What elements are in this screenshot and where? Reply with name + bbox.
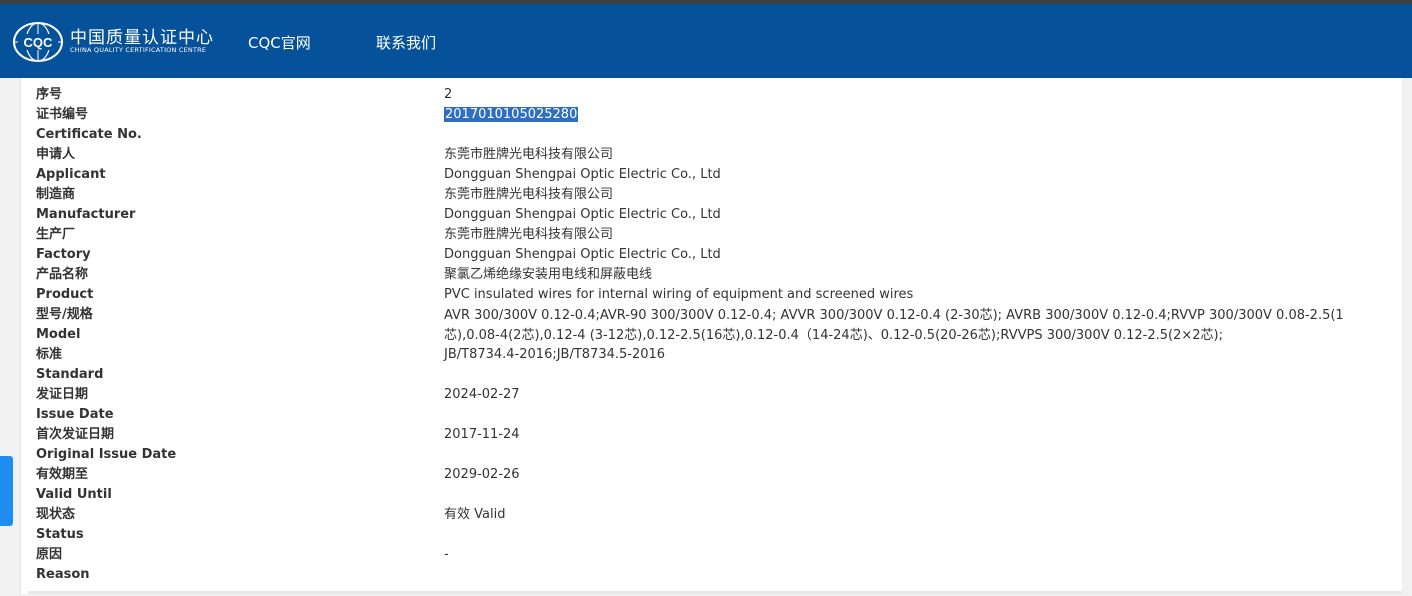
cqc-logo[interactable]: CQC 中国质量认证中心 CHINA QUALITY CERTIFICATION… — [12, 21, 214, 63]
field-label: Manufacturer — [36, 207, 136, 222]
field-value: 2029-02-26 — [444, 467, 520, 482]
field-label: Factory — [36, 247, 91, 262]
field-value: 东莞市胜牌光电科技有限公司 — [444, 227, 614, 242]
field-row-manufacturer: 制造商 东莞市胜牌光电科技有限公司 — [36, 186, 1376, 206]
field-label: Issue Date — [36, 407, 114, 422]
certificate-fields: 序号 2 证书编号 2017010105025280 Certificate N… — [36, 86, 1376, 586]
side-float-tab[interactable] — [0, 456, 13, 526]
field-row-original-issue-date-en: Original Issue Date — [36, 446, 1376, 466]
field-row-serial: 序号 2 — [36, 86, 1376, 106]
field-value: PVC insulated wires for internal wiring … — [444, 287, 914, 302]
field-value: Dongguan Shengpai Optic Electric Co., Lt… — [444, 167, 721, 182]
field-value: 2 — [444, 87, 453, 102]
field-value: 东莞市胜牌光电科技有限公司 — [444, 187, 614, 202]
field-row-valid-until: 有效期至 2029-02-26 — [36, 466, 1376, 486]
field-value[interactable]: 2017010105025280 — [444, 106, 579, 124]
field-value: 东莞市胜牌光电科技有限公司 — [444, 147, 614, 162]
svg-text:CQC: CQC — [24, 35, 54, 50]
field-label: 产品名称 — [36, 267, 89, 282]
page-scrollbar-track[interactable] — [1402, 78, 1412, 596]
field-value: Dongguan Shengpai Optic Electric Co., Lt… — [444, 247, 721, 262]
field-label: 序号 — [36, 87, 63, 102]
selected-certificate-number[interactable]: 2017010105025280 — [444, 107, 579, 122]
field-row-product: 产品名称 聚氯乙烯绝缘安装用电线和屏蔽电线 — [36, 266, 1376, 286]
field-row-issue-date: 发证日期 2024-02-27 — [36, 386, 1376, 406]
field-label: Valid Until — [36, 487, 112, 502]
field-label: 首次发证日期 — [36, 427, 115, 442]
field-row-standard: 标准 JB/T8734.4-2016;JB/T8734.5-2016 — [36, 346, 1376, 366]
field-label: 证书编号 — [36, 107, 89, 122]
field-row-issue-date-en: Issue Date — [36, 406, 1376, 426]
nav-link-contact-us[interactable]: 联系我们 — [376, 32, 436, 53]
field-row-model: 型号/规格 AVR 300/300V 0.12-0.4;AVR-90 300/3… — [36, 306, 1376, 343]
field-row-model-en: Model — [36, 326, 1376, 346]
field-label: Certificate No. — [36, 127, 142, 142]
field-row-factory-en: Factory Dongguan Shengpai Optic Electric… — [36, 246, 1376, 266]
field-value: 2024-02-27 — [444, 387, 520, 402]
field-label: Model — [36, 327, 81, 342]
field-row-reason-en: Reason — [36, 566, 1376, 586]
field-value: Dongguan Shengpai Optic Electric Co., Lt… — [444, 207, 721, 222]
field-row-applicant-en: Applicant Dongguan Shengpai Optic Electr… — [36, 166, 1376, 186]
site-header: CQC 中国质量认证中心 CHINA QUALITY CERTIFICATION… — [0, 4, 1412, 78]
field-value: JB/T8734.4-2016;JB/T8734.5-2016 — [444, 347, 666, 362]
field-label: 型号/规格 — [36, 307, 93, 322]
field-row-applicant: 申请人 东莞市胜牌光电科技有限公司 — [36, 146, 1376, 166]
field-label: 标准 — [36, 347, 63, 362]
panel-bottom-border — [28, 591, 1402, 594]
field-label: Status — [36, 527, 84, 542]
logo-text-en: CHINA QUALITY CERTIFICATION CENTRE — [70, 46, 207, 54]
logo-text-cn: 中国质量认证中心 — [70, 28, 214, 48]
field-label: Reason — [36, 567, 90, 582]
field-value: 聚氯乙烯绝缘安装用电线和屏蔽电线 — [444, 267, 653, 282]
field-label: Standard — [36, 367, 104, 382]
field-label: Applicant — [36, 167, 106, 182]
field-row-standard-en: Standard — [36, 366, 1376, 386]
nav-link-cqc-website[interactable]: CQC官网 — [248, 32, 311, 53]
field-row-certificate-no-en: Certificate No. — [36, 126, 1376, 146]
field-row-original-issue-date: 首次发证日期 2017-11-24 — [36, 426, 1376, 446]
field-label: 制造商 — [36, 187, 76, 202]
field-row-manufacturer-en: Manufacturer Dongguan Shengpai Optic Ele… — [36, 206, 1376, 226]
field-label: 申请人 — [36, 147, 76, 162]
field-row-reason: 原因 - — [36, 546, 1376, 566]
cqc-globe-icon: CQC — [13, 22, 63, 62]
field-label: 现状态 — [36, 507, 76, 522]
field-row-status-en: Status — [36, 526, 1376, 546]
field-row-valid-until-en: Valid Until — [36, 486, 1376, 506]
field-label: Original Issue Date — [36, 447, 177, 462]
field-value: - — [444, 547, 449, 562]
field-row-status: 现状态 有效 Valid — [36, 506, 1376, 526]
field-label: 原因 — [36, 547, 63, 562]
field-label: 发证日期 — [36, 387, 89, 402]
field-row-certificate-no: 证书编号 2017010105025280 — [36, 106, 1376, 126]
field-value: 2017-11-24 — [444, 427, 520, 442]
field-row-product-en: Product PVC insulated wires for internal… — [36, 286, 1376, 306]
field-label: Product — [36, 287, 94, 302]
field-row-factory: 生产厂 东莞市胜牌光电科技有限公司 — [36, 226, 1376, 246]
field-value-status: 有效 Valid — [444, 507, 506, 522]
field-label: 生产厂 — [36, 227, 76, 242]
field-label: 有效期至 — [36, 467, 89, 482]
